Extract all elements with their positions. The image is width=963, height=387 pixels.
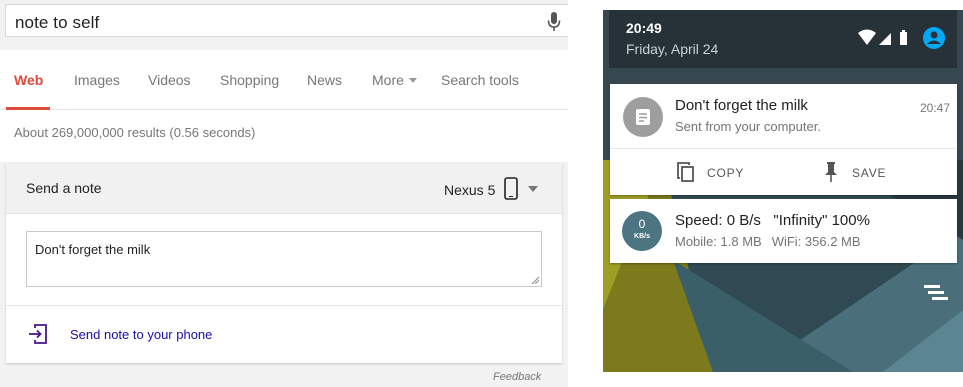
tab-news[interactable]: News bbox=[307, 72, 342, 88]
usage-line: Mobile: 1.8 MB WiFi: 356.2 MB bbox=[675, 234, 861, 249]
mobile-usage: Mobile: 1.8 MB bbox=[675, 234, 762, 249]
battery-icon bbox=[900, 32, 907, 45]
infinity-text: "Infinity" 100% bbox=[773, 212, 870, 229]
send-note-label: Send note to your phone bbox=[70, 327, 213, 342]
device-name[interactable]: Nexus 5 bbox=[444, 182, 495, 198]
clock: 20:49 bbox=[626, 20, 662, 36]
copy-button[interactable]: COPY bbox=[676, 148, 776, 195]
search-input[interactable]: note to self bbox=[15, 13, 99, 33]
note-textarea[interactable]: Don't forget the milk bbox=[26, 231, 542, 287]
tab-more-label: More bbox=[372, 72, 404, 88]
gauge-unit: KB/s bbox=[634, 233, 650, 240]
send-to-phone-icon bbox=[29, 324, 47, 344]
notification-title: Don't forget the milk bbox=[675, 97, 808, 114]
copy-icon bbox=[677, 162, 694, 182]
send-note-button[interactable]: Send note to your phone bbox=[6, 306, 562, 363]
status-icons bbox=[858, 27, 945, 49]
search-bar[interactable]: note to self bbox=[5, 4, 568, 37]
card-header: Send a note Nexus 5 bbox=[6, 163, 562, 214]
resize-grip-icon[interactable] bbox=[531, 276, 539, 284]
search-tabs: Web Images Videos Shopping News More Sea… bbox=[0, 50, 568, 110]
network-speed-notification[interactable]: 0 KB/s Speed: 0 B/s "Infinity" 100% Mobi… bbox=[610, 199, 957, 263]
wifi-icon bbox=[858, 29, 876, 45]
speed-line: Speed: 0 B/s "Infinity" 100% bbox=[675, 212, 870, 229]
note-icon bbox=[636, 109, 650, 125]
gauge-value: 0 bbox=[638, 217, 646, 231]
feedback-link[interactable]: Feedback bbox=[493, 371, 541, 383]
notification-subtitle: Sent from your computer. bbox=[675, 119, 821, 134]
device-dropdown-icon[interactable] bbox=[528, 186, 538, 192]
tab-videos[interactable]: Videos bbox=[148, 72, 191, 88]
speed-gauge-icon: 0 KB/s bbox=[622, 211, 662, 251]
note-app-icon bbox=[623, 97, 663, 137]
save-label: SAVE bbox=[852, 166, 887, 180]
send-note-card: Send a note Nexus 5 Don't forget the mil… bbox=[6, 163, 562, 363]
phone-icon[interactable] bbox=[504, 177, 518, 200]
card-title: Send a note bbox=[26, 180, 102, 196]
copy-label: COPY bbox=[707, 166, 745, 180]
quick-settings-header: 20:49 Friday, April 24 bbox=[609, 10, 957, 68]
tab-shopping[interactable]: Shopping bbox=[220, 72, 279, 88]
speed-text: Speed: 0 B/s bbox=[675, 212, 761, 229]
clear-all-icon[interactable] bbox=[923, 282, 950, 304]
google-search-panel: note to self Web Images Videos Shopping … bbox=[0, 0, 568, 387]
tab-more[interactable]: More bbox=[372, 72, 417, 88]
result-stats: About 269,000,000 results (0.56 seconds) bbox=[14, 125, 256, 140]
note-text: Don't forget the milk bbox=[35, 242, 151, 257]
tab-search-tools[interactable]: Search tools bbox=[441, 72, 519, 88]
microphone-icon[interactable] bbox=[546, 11, 562, 33]
signal-icon bbox=[879, 33, 891, 45]
notification-time: 20:47 bbox=[919, 101, 950, 115]
tab-web[interactable]: Web bbox=[14, 72, 43, 88]
note-notification[interactable]: Don't forget the milk 20:47 Sent from yo… bbox=[610, 84, 957, 195]
date: Friday, April 24 bbox=[626, 41, 719, 57]
save-button[interactable]: SAVE bbox=[823, 148, 923, 195]
pin-icon bbox=[825, 162, 837, 182]
android-notification-shade: 20:49 Friday, April 24 Don't forget the … bbox=[603, 10, 963, 372]
caret-down-icon bbox=[408, 78, 417, 83]
result-stats-row: About 269,000,000 results (0.56 seconds) bbox=[0, 110, 568, 162]
wifi-usage: WiFi: 356.2 MB bbox=[771, 234, 861, 249]
tab-images[interactable]: Images bbox=[74, 72, 120, 88]
